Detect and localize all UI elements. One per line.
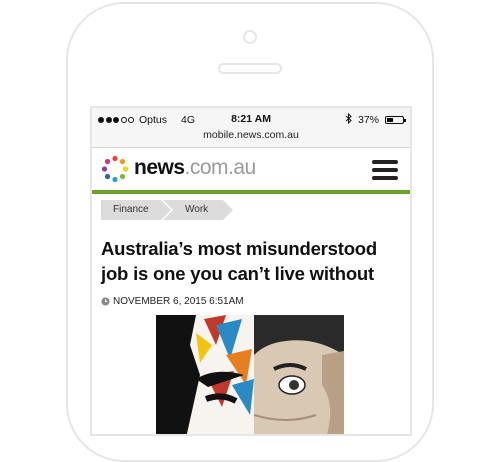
logo-wordmark: news — [134, 156, 185, 179]
phone-screen: Optus 4G 8:21 AM 37% mobile.news.com.au … — [90, 106, 412, 436]
site-logo[interactable]: news.com.au — [134, 156, 256, 180]
article-dateline: NOVEMBER 6, 2015 6:51AM — [101, 296, 244, 307]
front-camera — [243, 30, 257, 44]
bluetooth-icon — [345, 112, 352, 127]
breadcrumb-work[interactable]: Work — [163, 200, 233, 220]
status-right: 37% — [345, 112, 406, 127]
breadcrumb-finance[interactable]: Finance — [101, 200, 171, 220]
status-bar: Optus 4G 8:21 AM 37% mobile.news.com.au — [92, 108, 410, 148]
hamburger-menu-icon[interactable] — [372, 160, 398, 180]
publish-date: NOVEMBER 6, 2015 6:51AM — [113, 296, 244, 307]
article-headline: Australia’s most misunderstood job is on… — [101, 238, 378, 284]
clock-icon — [101, 297, 110, 306]
battery-icon — [385, 116, 406, 124]
battery-percent: 37% — [357, 114, 379, 126]
address-bar[interactable]: mobile.news.com.au — [92, 129, 410, 141]
earpiece-speaker — [218, 63, 282, 74]
header-divider — [92, 190, 410, 194]
site-header: news.com.au — [92, 148, 410, 190]
news-logo-icon[interactable] — [101, 155, 129, 183]
article-hero-image[interactable] — [156, 315, 344, 436]
logo-domain: .com.au — [184, 156, 257, 179]
